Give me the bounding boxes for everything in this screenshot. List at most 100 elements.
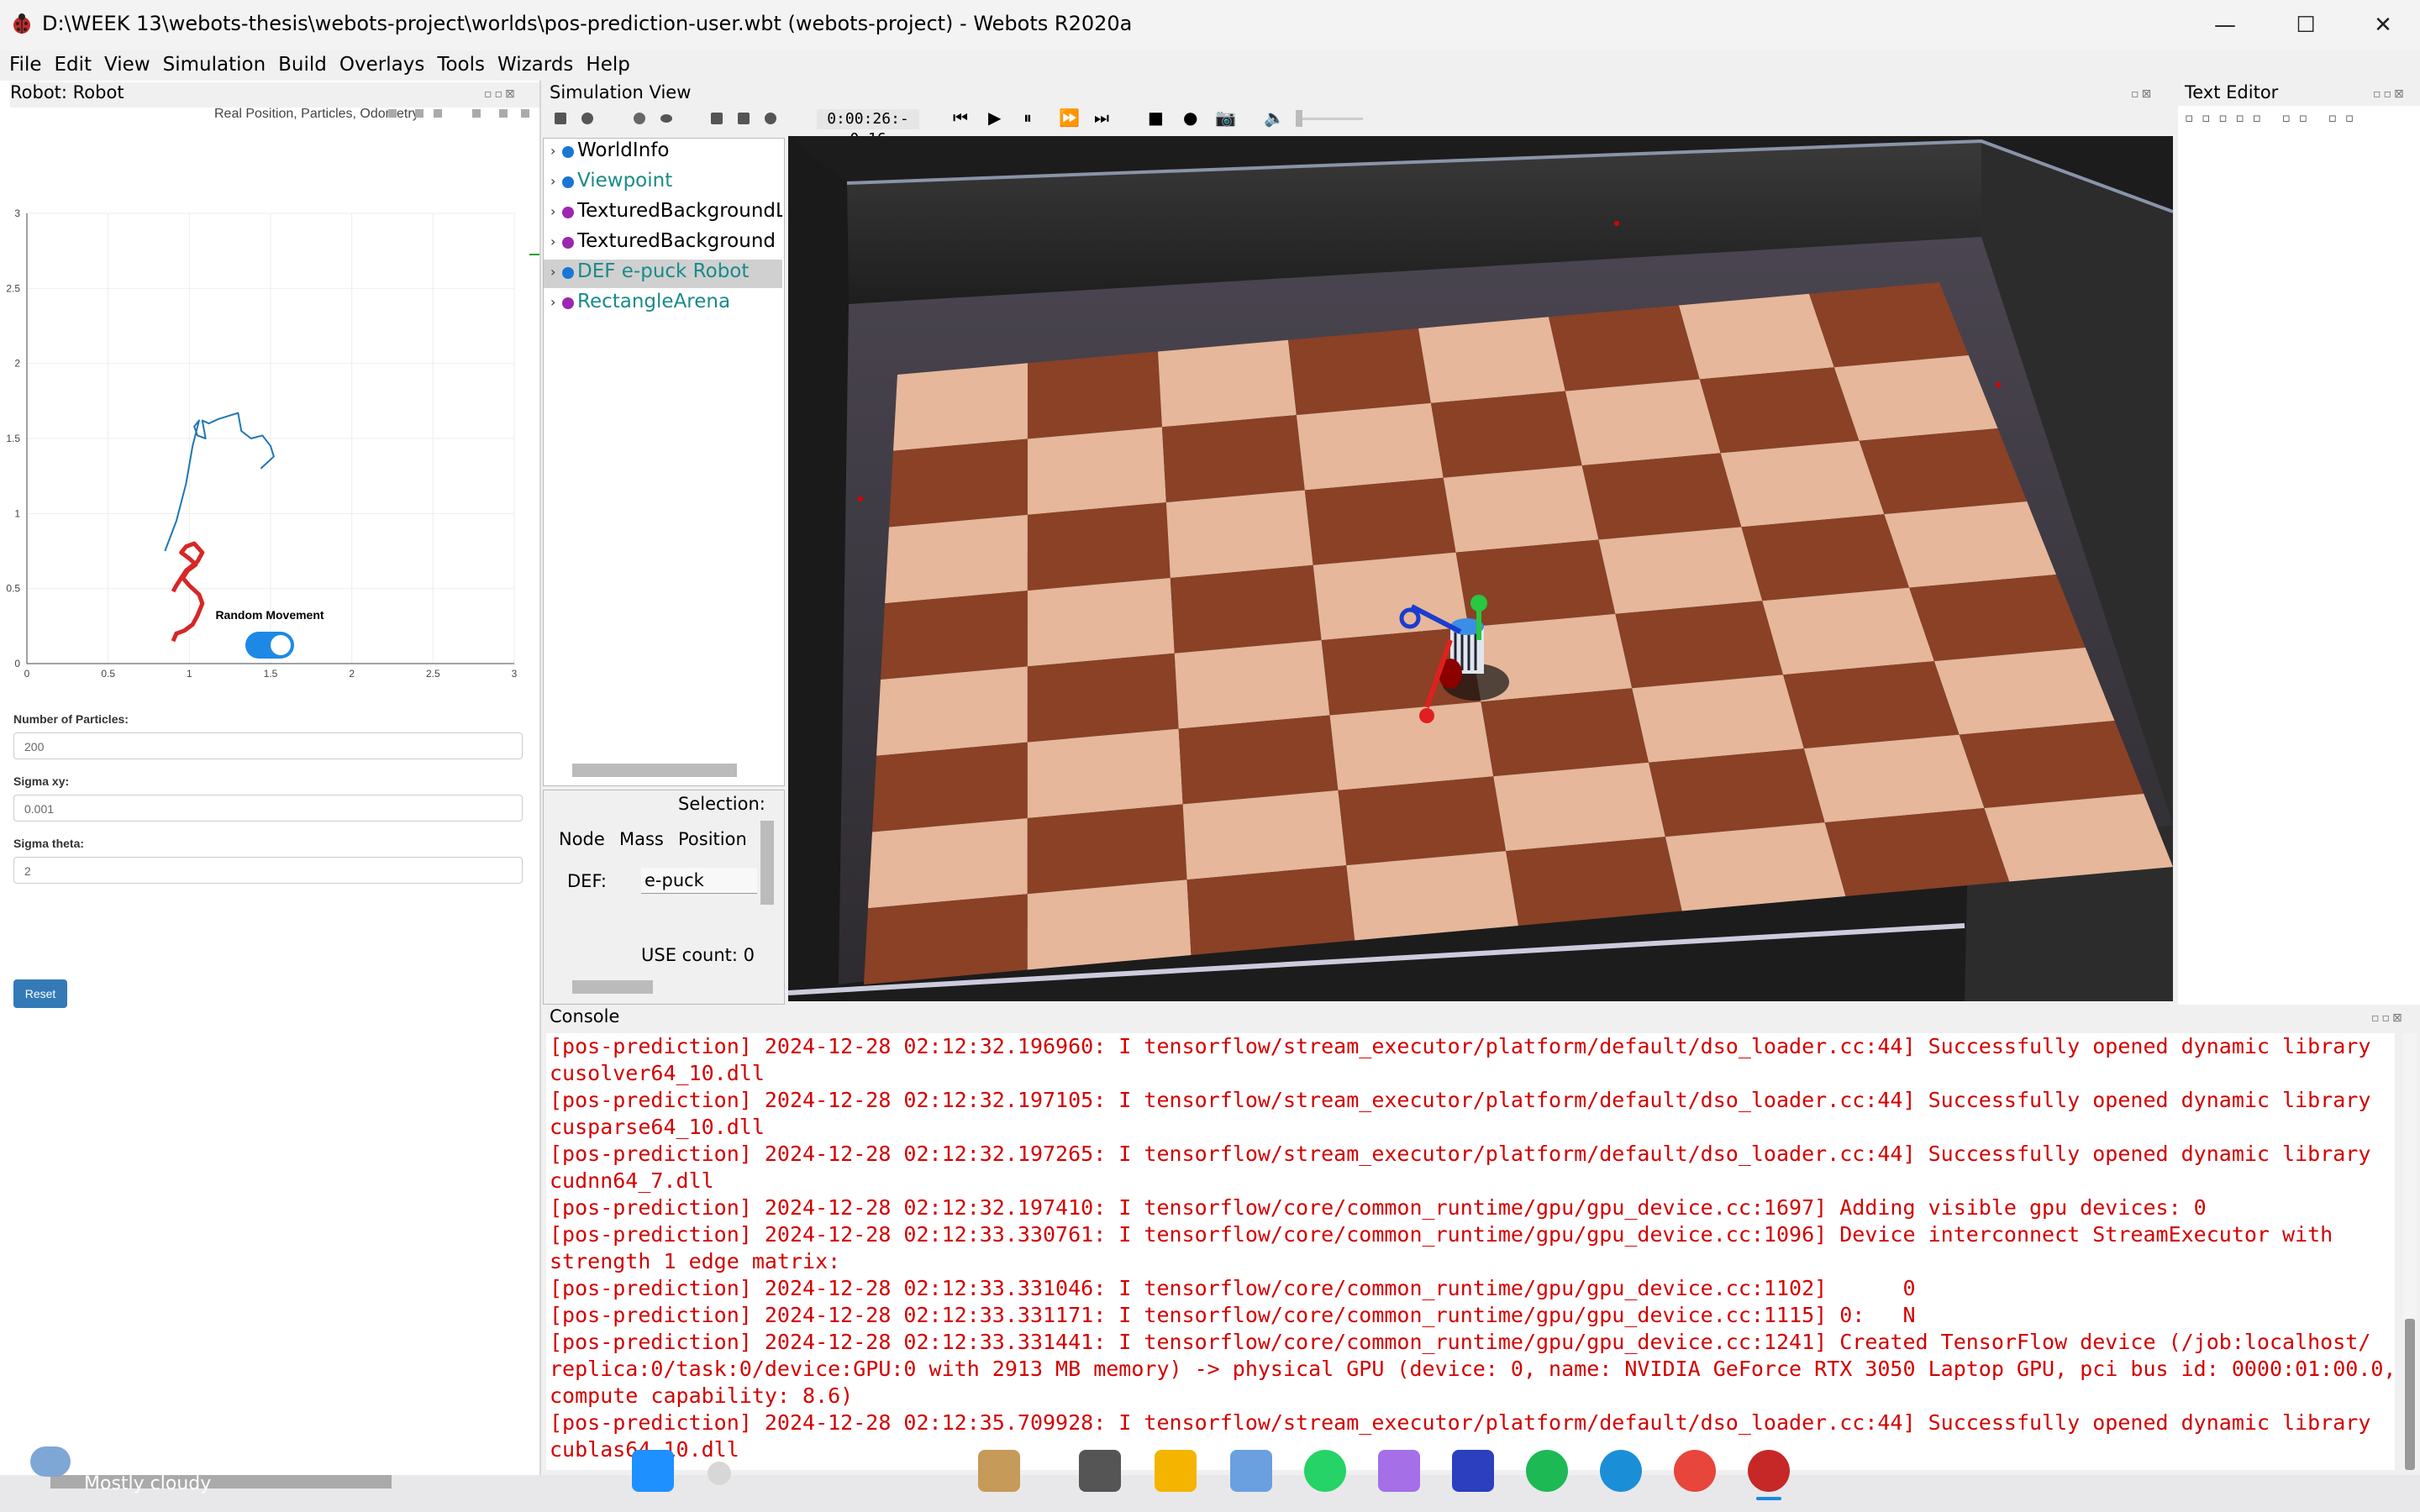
expand-arrow-icon[interactable]: › [550,143,555,159]
edge-icon[interactable] [1600,1450,1642,1492]
save-world-icon[interactable] [734,109,753,128]
floor-tile [868,817,1028,909]
menu-tools[interactable]: Tools [437,50,485,76]
volume-icon[interactable]: 🔈 [1264,108,1285,128]
tree-item-viewpoint[interactable]: › Viewpoint [544,169,782,197]
sigma-theta-input[interactable]: 2 [13,857,523,884]
maximize-button[interactable]: ☐ [2281,8,2331,42]
floor-tile [1783,661,1960,749]
menu-build[interactable]: Build [278,50,327,76]
console-output[interactable]: [pos-prediction] 2024-12-28 02:12:32.196… [546,1033,2395,1470]
run-icon[interactable]: ⏩ [1059,108,1080,128]
spotify-icon[interactable] [1526,1450,1568,1492]
tree-item-rectangle-arena[interactable]: › RectangleArena [544,290,782,318]
menu-view[interactable]: View [104,50,150,76]
text-editor-dock-buttons[interactable]: ▫▫⊠ [2373,87,2407,101]
def-input[interactable]: e-puck [641,868,757,894]
fast-icon[interactable]: ⏭ [1094,108,1109,128]
weather-text[interactable]: Mostly cloudy [84,1473,211,1494]
series-line-0 [164,412,275,552]
tree-horizontal-scrollbar[interactable] [572,764,737,777]
tree-item-worldinfo[interactable]: › WorldInfo [544,139,782,167]
floor-tile [1632,675,1804,763]
store-icon[interactable] [1230,1450,1272,1492]
chrome-icon[interactable] [1674,1450,1716,1492]
minimize-button[interactable]: — [2200,8,2250,42]
field-editor-horizontal-scrollbar[interactable] [572,980,653,994]
sim-panel-dock-buttons[interactable]: ▫⊠ [2131,87,2154,101]
floor-tile [1984,794,2173,882]
stop-icon[interactable]: ■ [1148,108,1164,128]
menu-help[interactable]: Help [586,50,629,76]
vscode-icon[interactable] [1452,1450,1494,1492]
expand-arrow-icon[interactable]: › [550,203,555,219]
menu-file[interactable]: File [9,50,42,76]
file-explorer-icon[interactable] [978,1450,1020,1492]
console-line: [pos-prediction] 2024-12-28 02:12:33.330… [550,1222,2333,1247]
menu-wizards[interactable]: Wizards [497,50,573,76]
x-tick-label: 3 [512,668,518,680]
y-tick-label: 2.5 [6,282,20,294]
floor-tile [1824,808,2010,896]
whatsapp-icon[interactable] [1304,1450,1346,1492]
console-dock-buttons[interactable]: ▫▫⊠ [2371,1011,2405,1025]
window-title: D:\WEEK 13\webots-thesis\webots-project\… [42,12,1133,35]
step-icon[interactable]: ▶ [988,108,1001,128]
text-editor-toolbar-icons[interactable]: ▫▫▫▫▫ ▫▫ ▫▫ [2185,110,2362,125]
floor-tile [1506,837,1682,926]
tab-mass[interactable]: Mass [619,829,664,849]
eye-icon[interactable] [657,109,676,128]
copilot-icon[interactable] [1378,1450,1420,1492]
add-node-button[interactable] [578,109,597,128]
tree-item-epuck-robot[interactable]: › DEF e-puck Robot [544,260,782,288]
floor-tile [1027,577,1175,667]
search-icon[interactable] [708,1462,731,1485]
robot-panel-dock-buttons[interactable]: ▫▫⊠ [484,87,518,101]
menu-simulation[interactable]: Simulation [163,50,266,76]
weather-cloud-icon[interactable] [30,1446,71,1477]
open-world-icon[interactable] [708,109,726,128]
floor-tile [1182,790,1347,880]
console-scroll-thumb[interactable] [2405,1319,2415,1470]
tab-position[interactable]: Position [678,829,747,849]
folder-icon[interactable] [1155,1450,1197,1492]
expand-arrow-icon[interactable]: › [550,173,555,189]
floor-tile [1027,804,1187,895]
close-button[interactable]: ✕ [2358,8,2408,42]
console-line: compute capability: 8.6) [550,1383,854,1408]
position-plot: Real Position, Particles, Odometry 0 0.5 1… [6,107,539,680]
start-icon[interactable] [632,1450,674,1492]
pause-icon[interactable]: ⏸ [1023,108,1032,128]
3d-viewport[interactable] [788,136,2173,1001]
expand-arrow-icon[interactable]: › [550,294,555,310]
floor-tile [1762,587,1934,675]
tree-item-textured-background-light[interactable]: › TexturedBackgroundLig [544,199,782,228]
restore-viewpoint-icon[interactable] [630,109,649,128]
floor-tile [1027,427,1166,515]
volume-slider[interactable] [1296,110,1363,127]
record-icon[interactable]: ● [1183,108,1197,128]
field-editor-scrollbar[interactable] [760,821,774,905]
expand-arrow-icon[interactable]: › [550,234,555,249]
tree-item-textured-background[interactable]: › TexturedBackground [544,229,782,258]
sigma-xy-input[interactable]: 0.001 [13,795,523,822]
tab-node[interactable]: Node [559,829,605,849]
reload-world-icon[interactable] [761,109,780,128]
particles-label: Number of Particles: [13,712,129,726]
floor-tile [876,666,1028,756]
webots-icon[interactable] [1748,1450,1790,1492]
console-scrollbar[interactable] [2403,1033,2417,1470]
particles-input[interactable]: 200 [13,732,523,759]
task-view-icon[interactable] [1079,1450,1121,1492]
hide-scene-tree-button[interactable] [551,109,570,128]
random-movement-toggle[interactable] [245,632,294,659]
menu-overlays[interactable]: Overlays [339,50,424,76]
screenshot-icon[interactable]: 📷 [1215,108,1236,128]
field-editor: Selection: Node Mass Position DEF: e-puc… [543,790,785,1005]
y-tick-label: 0.5 [6,583,20,595]
expand-arrow-icon[interactable]: › [550,264,555,280]
reset-button[interactable]: Reset [13,979,67,1008]
menu-edit[interactable]: Edit [55,50,92,76]
floor-tile [1443,465,1599,553]
reset-simulation-icon[interactable]: ⏮ [953,108,968,128]
